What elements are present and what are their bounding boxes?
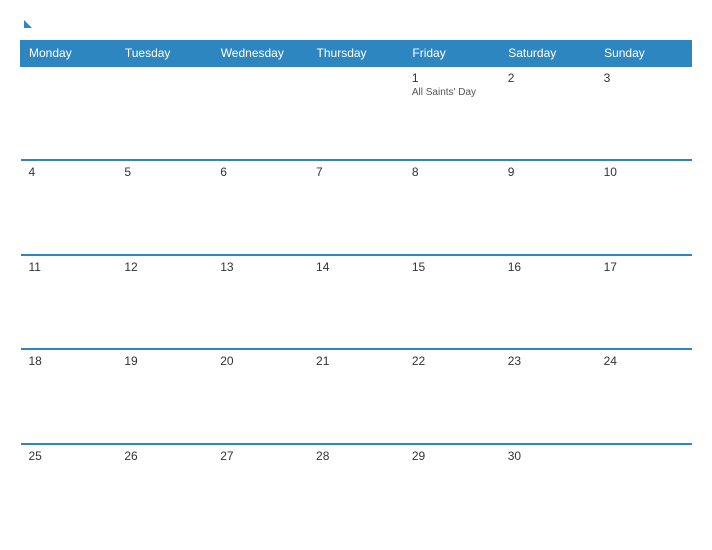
calendar-cell [21,66,117,160]
calendar-cell: 1 All Saints' Day [404,66,500,160]
calendar-week-row: 18 19 20 21 22 23 24 [21,349,692,443]
calendar-cell: 13 [212,255,308,349]
day-number: 6 [220,165,300,179]
day-number: 20 [220,354,300,368]
day-number: 14 [316,260,396,274]
day-number: 15 [412,260,492,274]
day-number: 7 [316,165,396,179]
calendar-cell: 17 [596,255,692,349]
calendar-cell: 19 [116,349,212,443]
calendar-cell: 18 [21,349,117,443]
calendar-week-row: 4 5 6 7 8 9 10 [21,160,692,254]
calendar-cell: 4 [21,160,117,254]
calendar-cell: 16 [500,255,596,349]
day-number: 29 [412,449,492,463]
weekday-header-friday: Friday [404,41,500,67]
day-number: 5 [124,165,204,179]
calendar-cell: 5 [116,160,212,254]
calendar-cell: 25 [21,444,117,538]
day-number: 21 [316,354,396,368]
calendar-cell [212,66,308,160]
day-number: 1 [412,71,492,85]
calendar-cell: 6 [212,160,308,254]
calendar-week-row: 11 12 13 14 15 16 17 [21,255,692,349]
day-number: 17 [604,260,684,274]
day-number: 28 [316,449,396,463]
calendar-header-row: MondayTuesdayWednesdayThursdayFridaySatu… [21,41,692,67]
calendar-cell: 7 [308,160,404,254]
weekday-header-saturday: Saturday [500,41,596,67]
calendar-cell [596,444,692,538]
day-number: 18 [29,354,109,368]
calendar-cell: 10 [596,160,692,254]
calendar-cell: 21 [308,349,404,443]
calendar-cell [308,66,404,160]
calendar-cell [116,66,212,160]
day-number: 10 [604,165,684,179]
calendar-cell: 12 [116,255,212,349]
calendar-cell: 22 [404,349,500,443]
calendar-cell: 24 [596,349,692,443]
calendar-cell: 9 [500,160,596,254]
day-number: 2 [508,71,588,85]
calendar-page: MondayTuesdayWednesdayThursdayFridaySatu… [0,0,712,550]
calendar-cell: 14 [308,255,404,349]
day-number: 25 [29,449,109,463]
calendar-header [20,18,692,28]
day-number: 9 [508,165,588,179]
day-number: 12 [124,260,204,274]
day-number: 19 [124,354,204,368]
calendar-cell: 11 [21,255,117,349]
calendar-week-row: 25 26 27 28 29 30 [21,444,692,538]
weekday-header-thursday: Thursday [308,41,404,67]
calendar-cell: 28 [308,444,404,538]
calendar-cell: 20 [212,349,308,443]
day-number: 8 [412,165,492,179]
holiday-label: All Saints' Day [412,87,492,98]
day-number: 22 [412,354,492,368]
calendar-week-row: 1 All Saints' Day 2 3 [21,66,692,160]
calendar-cell: 23 [500,349,596,443]
day-number: 3 [604,71,684,85]
calendar-cell: 29 [404,444,500,538]
calendar-cell: 27 [212,444,308,538]
day-number: 16 [508,260,588,274]
calendar-table: MondayTuesdayWednesdayThursdayFridaySatu… [20,40,692,538]
calendar-cell: 8 [404,160,500,254]
day-number: 30 [508,449,588,463]
calendar-cell: 15 [404,255,500,349]
day-number: 13 [220,260,300,274]
logo-triangle-icon [24,20,32,28]
day-number: 24 [604,354,684,368]
day-number: 11 [29,260,109,274]
calendar-cell: 2 [500,66,596,160]
weekday-header-sunday: Sunday [596,41,692,67]
day-number: 23 [508,354,588,368]
weekday-header-wednesday: Wednesday [212,41,308,67]
day-number: 4 [29,165,109,179]
weekday-header-monday: Monday [21,41,117,67]
day-number: 27 [220,449,300,463]
calendar-cell: 30 [500,444,596,538]
weekday-header-tuesday: Tuesday [116,41,212,67]
logo [20,18,32,28]
calendar-cell: 26 [116,444,212,538]
day-number: 26 [124,449,204,463]
calendar-cell: 3 [596,66,692,160]
